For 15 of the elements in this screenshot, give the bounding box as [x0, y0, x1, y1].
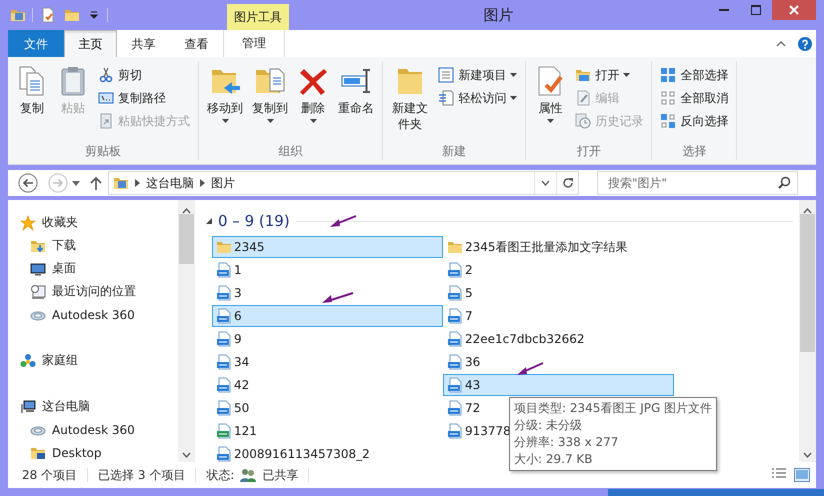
- contextual-tab-group: 图片工具: [227, 4, 289, 30]
- item-count: 28 个项目: [22, 466, 78, 484]
- tooltip-line: 大小: 29.7 KB: [514, 451, 592, 468]
- tooltip-line: 分级: 未分级: [514, 417, 582, 434]
- selection-count: 已选择 3 个项目: [98, 466, 186, 484]
- group-label: 选择: [681, 143, 708, 160]
- sharing-status: 已共享: [262, 466, 298, 484]
- status-label: 状态:: [206, 466, 234, 484]
- group-label: 新建: [441, 143, 468, 160]
- tooltip-line: 项目类型: 2345看图王 JPG 图片文件: [514, 400, 712, 417]
- group-label: 剪贴板: [84, 143, 122, 160]
- tooltip-line: 分辨率: 338 x 277: [514, 434, 618, 451]
- group-label: 组织: [278, 143, 304, 160]
- group-label: 打开: [576, 143, 602, 160]
- window-title: 图片: [484, 6, 514, 24]
